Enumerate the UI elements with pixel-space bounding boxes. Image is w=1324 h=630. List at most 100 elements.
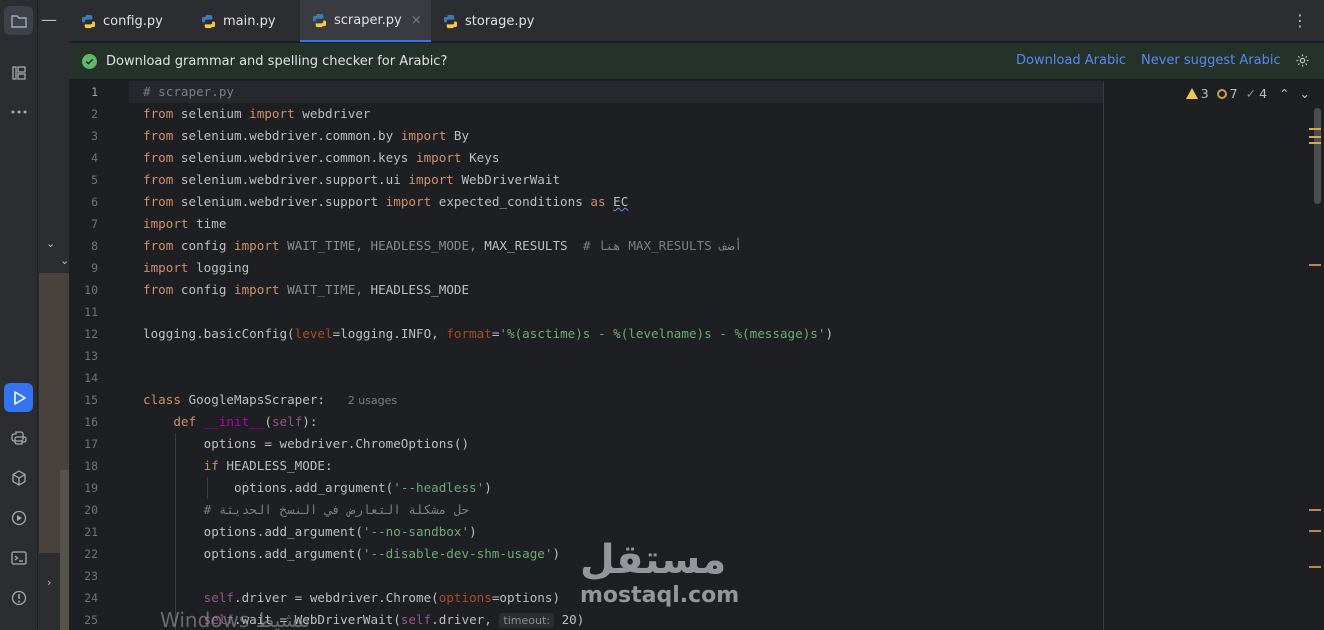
download-arabic-link[interactable]: Download Arabic <box>1016 53 1126 68</box>
panel-scrollbar[interactable] <box>60 470 69 630</box>
warning-marker[interactable] <box>1309 128 1321 130</box>
tab-main[interactable]: main.py <box>189 0 300 42</box>
chevron-down-icon[interactable]: ⌄ <box>60 254 69 267</box>
problems-button[interactable] <box>4 583 33 612</box>
close-icon[interactable]: × <box>411 13 422 28</box>
unused-import: WAIT_TIME, HEADLESS_MODE, <box>279 238 477 253</box>
watermark-arabic: مستقل <box>580 537 727 583</box>
mostaql-watermark: مستقل mostaql.com <box>580 540 739 608</box>
keyword: if <box>203 458 219 473</box>
code-text: ) <box>552 546 561 561</box>
keyword: import <box>400 128 447 143</box>
code-line: options.add_argument('--no-sandbox') <box>143 521 477 543</box>
warning-icon <box>1185 88 1198 99</box>
minimize-icon[interactable]: — <box>41 10 57 29</box>
code-text: HEADLESS_MODE: <box>218 458 333 473</box>
code-line: # scraper.py <box>143 81 234 103</box>
tab-label: main.py <box>223 13 276 29</box>
tab-config[interactable]: config.py <box>69 0 189 42</box>
code-text: selenium.webdriver.common.by <box>173 128 401 143</box>
error-stripe-marker[interactable] <box>1309 566 1321 568</box>
code-text: config <box>173 238 235 253</box>
line-number[interactable]: 3 <box>69 125 98 147</box>
python-packages-button[interactable] <box>4 463 33 492</box>
tool-window-strip <box>0 0 38 630</box>
code-text: config <box>173 282 235 297</box>
error-stripe-marker[interactable] <box>1309 530 1321 532</box>
code-line: if HEADLESS_MODE: <box>143 455 333 477</box>
terminal-button[interactable] <box>4 543 33 572</box>
more-tools-button[interactable] <box>4 97 33 126</box>
line-number[interactable]: 21 <box>69 521 98 543</box>
line-number[interactable]: 16 <box>69 411 98 433</box>
line-number[interactable]: 15 <box>69 389 98 411</box>
line-number[interactable]: 7 <box>69 213 98 235</box>
code-text: ): <box>302 414 318 429</box>
code-line: def __init__(self): <box>143 411 317 433</box>
line-number[interactable]: 17 <box>69 433 98 455</box>
chevron-right-icon[interactable]: › <box>47 576 51 589</box>
keyword: from <box>143 194 174 209</box>
comment: # هنا MAX_RESULTS أضف <box>582 238 743 253</box>
code-text: selenium.webdriver.common.keys <box>173 150 416 165</box>
tab-scraper[interactable]: scraper.py × <box>300 0 431 42</box>
self-keyword: self <box>203 590 235 605</box>
chevron-down-icon[interactable]: ⌄ <box>46 237 55 250</box>
line-number[interactable]: 8 <box>69 235 98 257</box>
editor-scrollbar[interactable] <box>1314 108 1321 204</box>
line-number[interactable]: 4 <box>69 147 98 169</box>
line-number[interactable]: 9 <box>69 257 98 279</box>
python-console-button[interactable] <box>4 423 33 452</box>
line-number[interactable]: 20 <box>69 499 98 521</box>
string-literal: '%(asctime)s - %(levelname)s - %(message… <box>499 326 826 341</box>
notification-message: Download grammar and spelling checker fo… <box>106 53 448 69</box>
right-margin-guide <box>1103 81 1104 630</box>
line-number[interactable]: 23 <box>69 565 98 587</box>
run-tool-button[interactable] <box>4 383 33 412</box>
check-circle-icon <box>82 53 97 69</box>
line-number[interactable]: 1 <box>69 81 98 103</box>
chevron-up-icon[interactable]: ⌃ <box>1279 86 1289 101</box>
code-text: ( <box>264 414 272 429</box>
more-icon <box>11 110 26 113</box>
string-literal: '--headless' <box>393 480 485 495</box>
chevron-down-icon[interactable]: ⌄ <box>1300 86 1310 101</box>
usages-hint[interactable]: 2 usages <box>348 394 397 407</box>
line-number[interactable]: 6 <box>69 191 98 213</box>
gear-icon[interactable] <box>1295 53 1310 72</box>
warning-marker[interactable] <box>1309 136 1321 138</box>
line-number[interactable]: 25 <box>69 609 98 630</box>
line-number[interactable]: 24 <box>69 587 98 609</box>
line-number[interactable]: 5 <box>69 169 98 191</box>
keyword-argument: level <box>294 326 333 341</box>
error-stripe-marker[interactable] <box>1309 509 1321 511</box>
keyword: as <box>590 194 606 209</box>
line-number[interactable]: 2 <box>69 103 98 125</box>
line-number[interactable]: 22 <box>69 543 98 565</box>
unused-import: WAIT_TIME, <box>279 282 371 297</box>
more-vertical-icon[interactable]: ⋮ <box>1292 11 1308 30</box>
inspection-widget[interactable]: 3 7 ✓ 4 ⌃ ⌄ <box>1183 86 1310 101</box>
line-number[interactable]: 18 <box>69 455 98 477</box>
code-text: ) <box>484 480 492 495</box>
line-number[interactable]: 10 <box>69 279 98 301</box>
line-number[interactable]: 12 <box>69 323 98 345</box>
warning-marker[interactable] <box>1309 142 1321 144</box>
structure-tool-button[interactable] <box>4 58 33 87</box>
code-text: .driver = webdriver.Chrome( <box>234 590 439 605</box>
tab-storage[interactable]: storage.py <box>431 0 549 42</box>
code-text: .driver, <box>431 612 500 627</box>
line-number[interactable]: 11 <box>69 301 98 323</box>
line-number[interactable]: 14 <box>69 367 98 389</box>
code-text: options.add_argument( <box>203 546 363 561</box>
weak-warning-count: 7 <box>1229 86 1238 101</box>
line-number[interactable]: 13 <box>69 345 98 367</box>
line-number[interactable]: 19 <box>69 477 98 499</box>
code-text: selenium.webdriver.support <box>173 194 386 209</box>
project-tool-button[interactable] <box>4 6 33 35</box>
never-suggest-link[interactable]: Never suggest Arabic <box>1141 53 1281 68</box>
self-parameter: self <box>271 414 303 429</box>
services-button[interactable] <box>4 503 33 532</box>
error-stripe-marker[interactable] <box>1309 264 1321 266</box>
